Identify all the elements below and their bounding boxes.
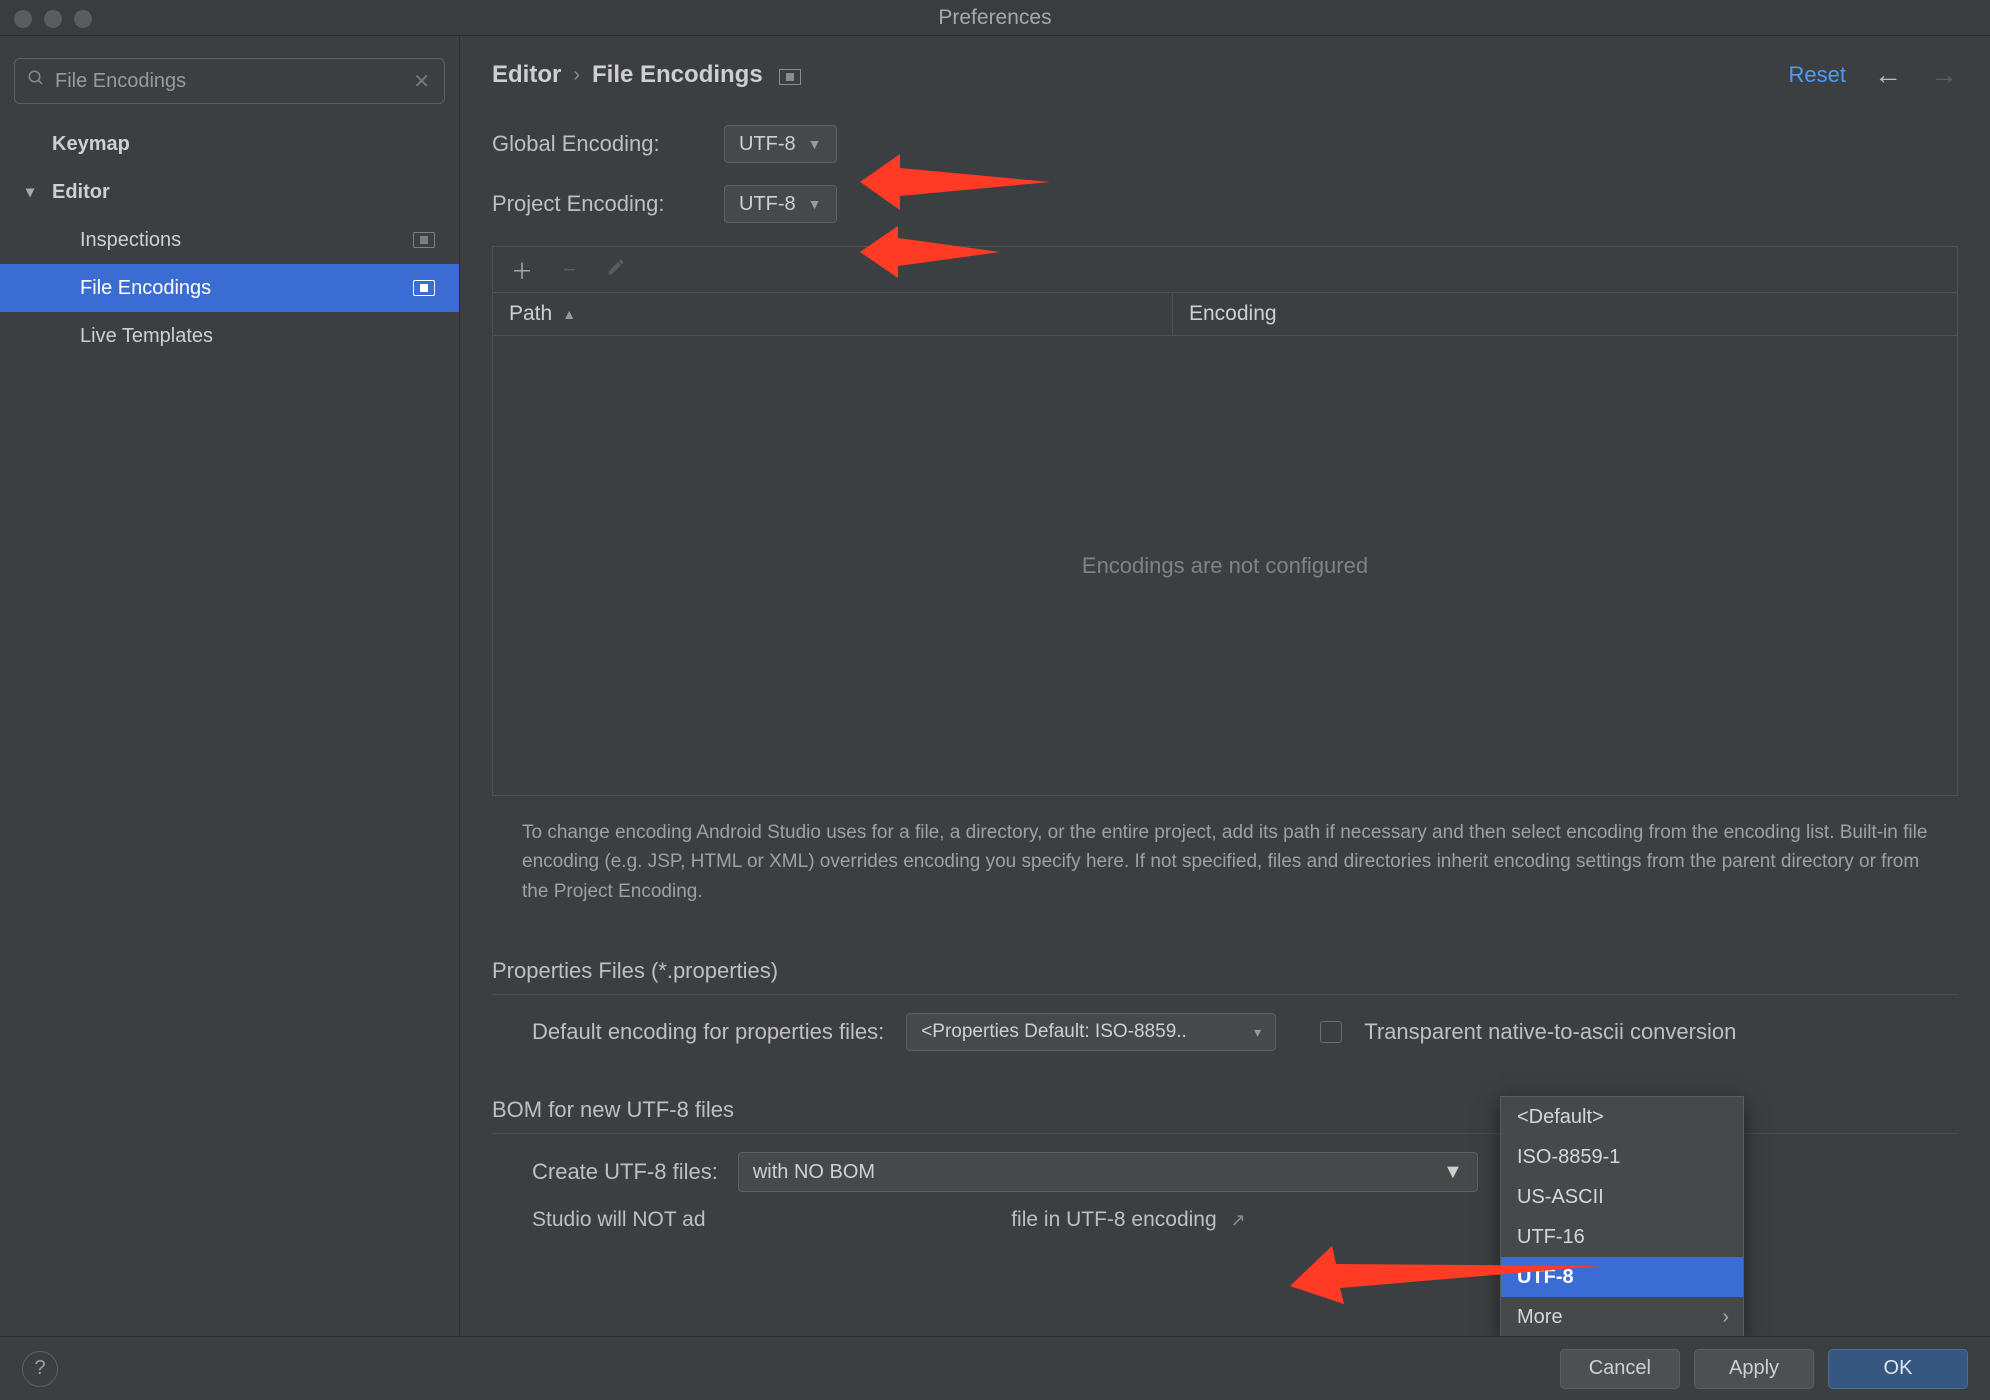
chevron-down-icon: ▼ [808, 196, 822, 212]
window-title: Preferences [938, 6, 1051, 30]
reset-link[interactable]: Reset [1789, 62, 1846, 88]
sidebar-item-live-templates[interactable]: Live Templates [0, 312, 459, 360]
popup-item-utf16[interactable]: UTF-16 [1501, 1217, 1743, 1257]
apply-button[interactable]: Apply [1694, 1349, 1814, 1389]
popup-item-more[interactable]: More› [1501, 1297, 1743, 1336]
global-encoding-dropdown[interactable]: UTF-8 ▼ [724, 125, 837, 163]
window-controls[interactable] [14, 10, 92, 28]
external-link-icon[interactable]: ↗ [1231, 1210, 1246, 1230]
column-encoding[interactable]: Encoding [1173, 293, 1957, 335]
ok-button[interactable]: OK [1828, 1349, 1968, 1389]
properties-encoding-dropdown[interactable]: <Properties Default: ISO-8859.. ▾ [906, 1013, 1276, 1051]
sidebar: File Encodings ✕ Keymap ▾ Editor Inspect… [0, 36, 460, 1336]
sidebar-item-editor[interactable]: ▾ Editor [0, 168, 459, 216]
table-toolbar: ＋ − [492, 246, 1958, 292]
transparent-ascii-label: Transparent native-to-ascii conversion [1364, 1019, 1736, 1045]
encoding-popup[interactable]: <Default> ISO-8859-1 US-ASCII UTF-16 UTF… [1500, 1096, 1744, 1336]
help-button[interactable]: ? [22, 1351, 58, 1387]
breadcrumb-root[interactable]: Editor [492, 61, 561, 89]
dialog-button-bar: ? Cancel Apply OK [0, 1336, 1990, 1400]
project-level-badge-icon [779, 69, 801, 85]
sidebar-item-inspections[interactable]: Inspections [0, 216, 459, 264]
close-icon[interactable] [14, 10, 32, 28]
popup-item-utf8[interactable]: UTF-8 [1501, 1257, 1743, 1297]
remove-icon: − [563, 257, 576, 283]
add-icon[interactable]: ＋ [511, 254, 533, 286]
window-titlebar: Preferences [0, 0, 1990, 36]
sidebar-item-keymap[interactable]: Keymap [0, 120, 459, 168]
sort-asc-icon: ▲ [562, 306, 576, 322]
popup-item-usascii[interactable]: US-ASCII [1501, 1177, 1743, 1217]
cancel-button[interactable]: Cancel [1560, 1349, 1680, 1389]
project-level-badge-icon [413, 232, 435, 248]
edit-icon [606, 257, 626, 283]
forward-icon: → [1930, 59, 1958, 91]
zoom-icon[interactable] [74, 10, 92, 28]
chevron-down-icon: ▼ [1443, 1161, 1463, 1184]
chevron-right-icon: › [1722, 1306, 1729, 1329]
project-encoding-label: Project Encoding: [492, 191, 724, 217]
search-icon [27, 69, 45, 93]
sidebar-item-file-encodings[interactable]: File Encodings [0, 264, 459, 312]
chevron-down-icon: ▾ [1254, 1024, 1261, 1041]
search-input[interactable]: File Encodings ✕ [14, 58, 445, 104]
transparent-ascii-checkbox[interactable] [1320, 1021, 1342, 1043]
project-encoding-dropdown[interactable]: UTF-8 ▼ [724, 185, 837, 223]
search-placeholder: File Encodings [55, 70, 186, 93]
breadcrumb-leaf: File Encodings [592, 61, 763, 89]
table-empty-text: Encodings are not configured [1082, 553, 1368, 579]
column-path[interactable]: Path ▲ [493, 293, 1173, 335]
breadcrumb-separator: › [573, 64, 580, 87]
help-text: To change encoding Android Studio uses f… [492, 796, 1958, 912]
chevron-down-icon[interactable]: ▾ [26, 182, 34, 202]
create-utf8-dropdown[interactable]: with NO BOM ▼ [738, 1152, 1478, 1192]
encodings-table-body: Encodings are not configured [492, 336, 1958, 796]
project-level-badge-icon [413, 280, 435, 296]
chevron-down-icon: ▼ [808, 136, 822, 152]
popup-item-iso88591[interactable]: ISO-8859-1 [1501, 1137, 1743, 1177]
content-header: Editor › File Encodings Reset ← → [460, 36, 1990, 114]
content-panel: Editor › File Encodings Reset ← → Global… [460, 36, 1990, 1336]
properties-section-title: Properties Files (*.properties) [492, 958, 1958, 995]
clear-search-icon[interactable]: ✕ [413, 69, 430, 94]
popup-item-default[interactable]: <Default> [1501, 1097, 1743, 1137]
properties-encoding-label: Default encoding for properties files: [532, 1019, 884, 1045]
global-encoding-label: Global Encoding: [492, 131, 724, 157]
settings-tree: Keymap ▾ Editor Inspections File Encodin… [0, 120, 459, 1336]
encodings-table-header: Path ▲ Encoding [492, 292, 1958, 336]
back-icon[interactable]: ← [1874, 59, 1902, 91]
create-utf8-label: Create UTF-8 files: [532, 1159, 718, 1185]
minimize-icon[interactable] [44, 10, 62, 28]
